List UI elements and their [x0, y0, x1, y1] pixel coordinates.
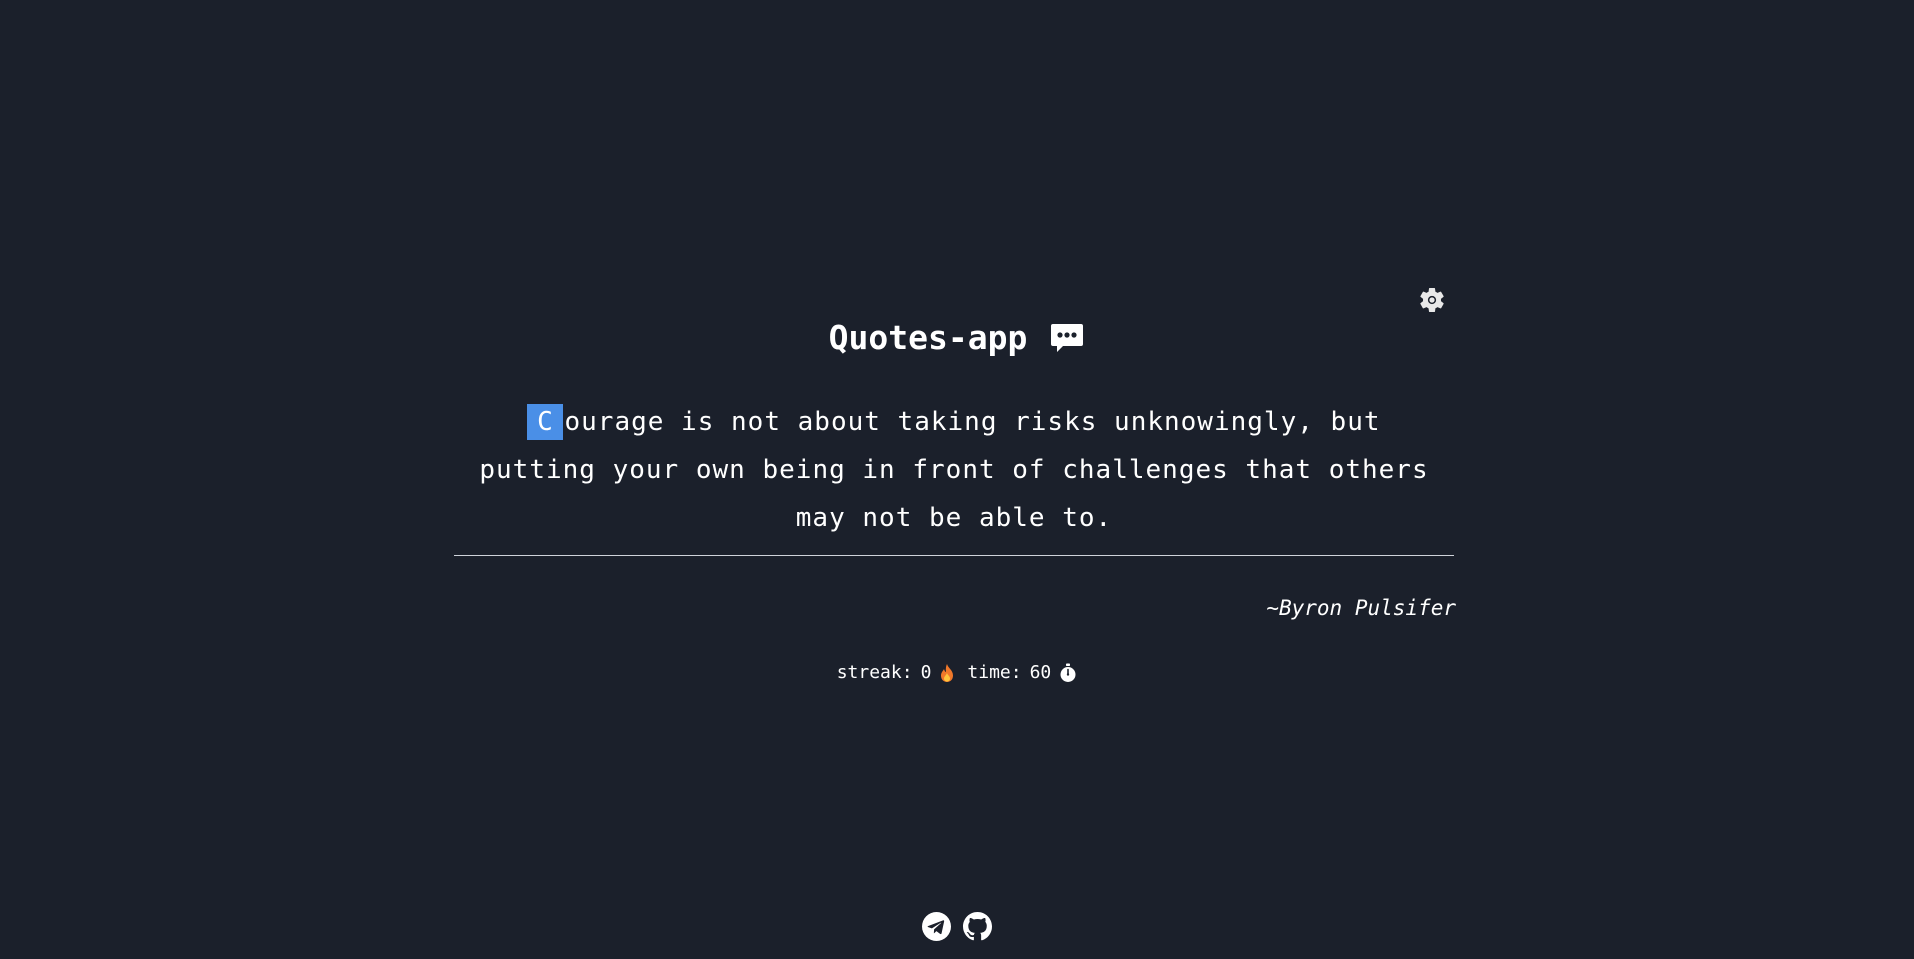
quote-block[interactable]: Courage is not about taking risks unknow… [454, 398, 1454, 542]
app-header: Quotes-app [0, 318, 1914, 357]
footer-links [0, 912, 1914, 941]
telegram-icon [922, 912, 951, 941]
settings-button[interactable] [1416, 284, 1448, 316]
gear-icon [1420, 288, 1444, 312]
quotes-app-page: Quotes-app Courage is not about taking r… [0, 0, 1914, 959]
streak-stat: streak: 0 [837, 662, 956, 683]
quote-text[interactable]: Courage is not about taking risks unknow… [474, 398, 1434, 542]
telegram-link[interactable] [922, 912, 951, 941]
stats-bar: streak: 0 time: 60 [0, 662, 1914, 683]
time-value: 60 [1029, 662, 1052, 683]
time-stat: time: 60 [967, 662, 1077, 683]
streak-label: streak: [836, 662, 913, 683]
speech-bubble-icon [1051, 323, 1084, 352]
fire-icon [941, 663, 954, 682]
github-icon [963, 912, 992, 941]
quote-author: ~Byron Pulsifer [1266, 596, 1456, 620]
divider [454, 555, 1454, 556]
streak-value: 0 [920, 662, 932, 683]
github-link[interactable] [963, 912, 992, 941]
current-char-cursor: C [527, 404, 564, 440]
stopwatch-icon [1060, 663, 1076, 682]
time-label: time: [967, 662, 1022, 683]
page-title: Quotes-app [828, 318, 1028, 357]
quote-remaining-text: ourage is not about taking risks unknowi… [479, 407, 1429, 533]
